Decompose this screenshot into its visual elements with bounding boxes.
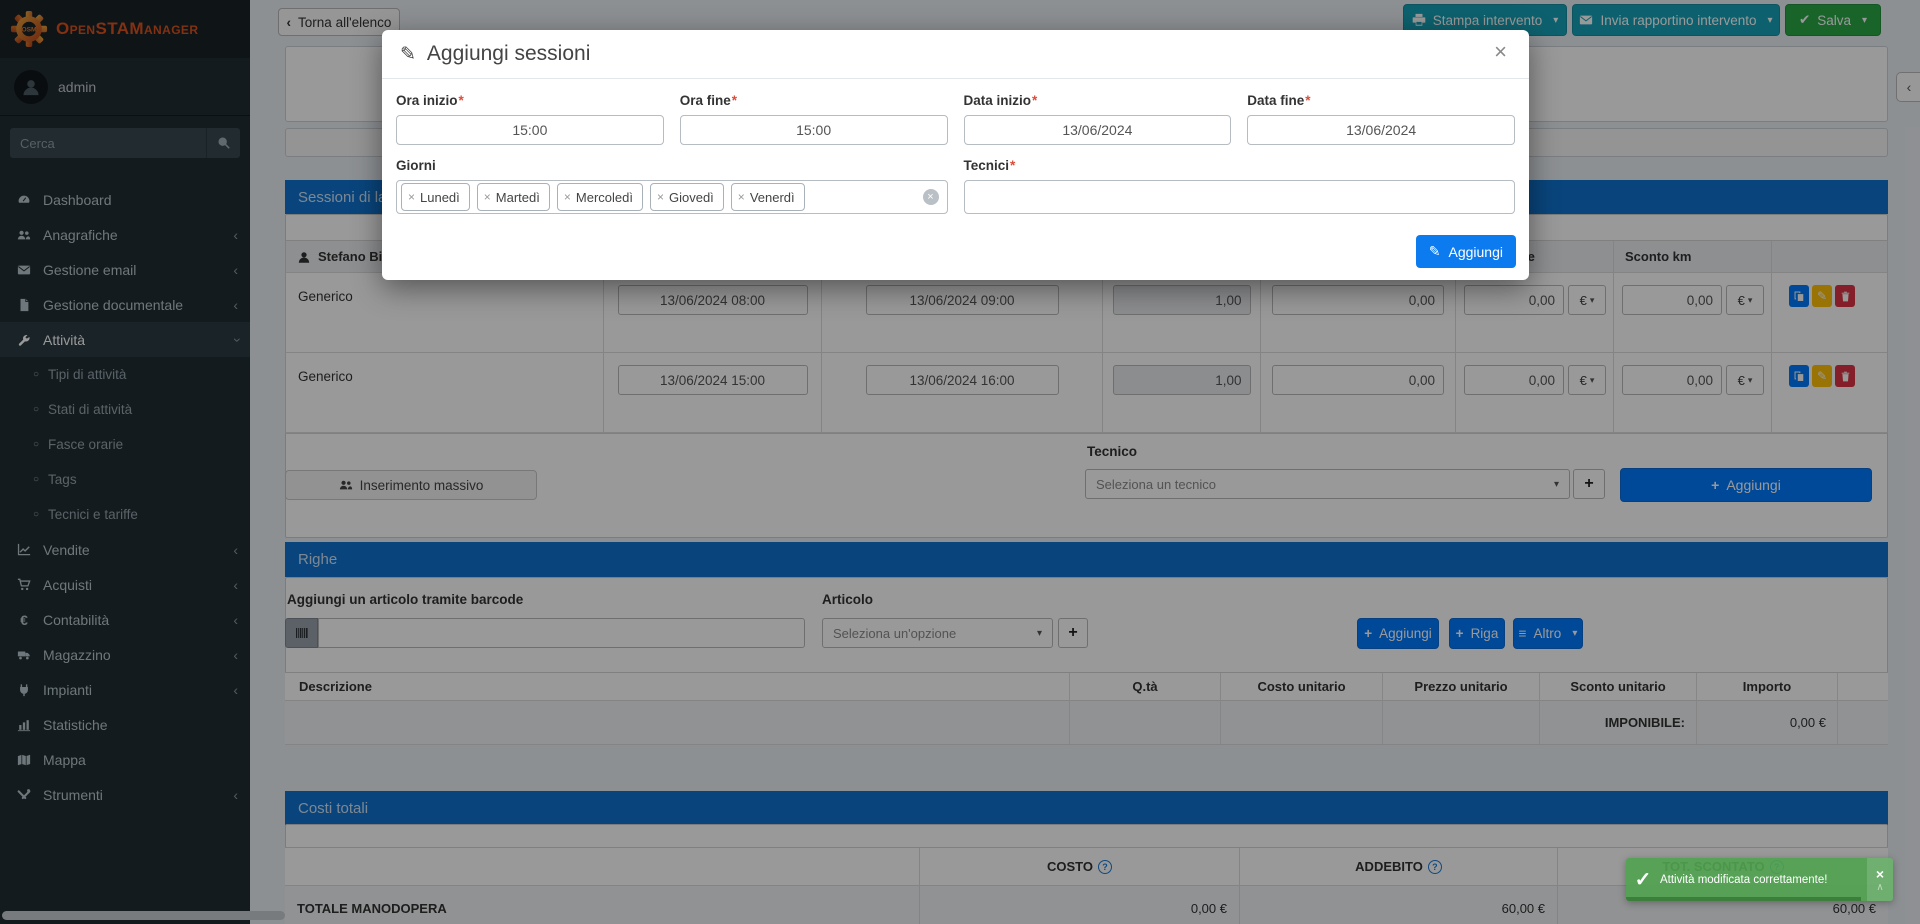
ora-fine-label: Ora fine*: [680, 93, 948, 108]
remove-tag-icon[interactable]: ×: [657, 190, 664, 204]
ora-inizio-input[interactable]: [396, 115, 664, 145]
modal-title: Aggiungi sessioni: [427, 42, 590, 66]
giorni-tag: ×Venerdì: [731, 183, 805, 211]
required-asterisk: *: [1032, 93, 1037, 108]
tecnici-label: Tecnici*: [964, 158, 1516, 173]
giorni-multiselect[interactable]: ×Lunedì ×Martedì ×Mercoledì ×Giovedì ×Ve…: [396, 180, 948, 214]
modal-body: Ora inizio* Ora fine* Data inizio* Data …: [382, 79, 1529, 214]
modal-close-button[interactable]: ×: [1488, 40, 1513, 64]
modal-submit-button[interactable]: ✎ Aggiungi: [1416, 235, 1516, 268]
tecnici-multiselect[interactable]: [964, 180, 1516, 214]
screen: OSM OpenSTAManager admin Dashboard Anagr…: [0, 0, 1920, 924]
required-asterisk: *: [732, 93, 737, 108]
giorni-tag: ×Martedì: [477, 183, 550, 211]
giorni-label: Giorni: [396, 158, 948, 173]
remove-tag-icon[interactable]: ×: [408, 190, 415, 204]
data-inizio-label: Data inizio*: [964, 93, 1232, 108]
modal-submit-label: Aggiungi: [1449, 244, 1504, 260]
clear-all-icon[interactable]: ×: [923, 189, 939, 205]
required-asterisk: *: [1010, 158, 1015, 173]
giorni-tag: ×Giovedì: [650, 183, 724, 211]
close-icon: ×: [1494, 39, 1507, 64]
ora-fine-input[interactable]: [680, 115, 948, 145]
close-icon: ×: [1876, 867, 1884, 881]
required-asterisk: *: [1305, 93, 1310, 108]
remove-tag-icon[interactable]: ×: [564, 190, 571, 204]
giorni-tag: ×Mercoledì: [557, 183, 643, 211]
ora-inizio-label: Ora inizio*: [396, 93, 664, 108]
modal-header: ✎ Aggiungi sessioni: [382, 30, 1529, 79]
data-fine-label: Data fine*: [1247, 93, 1515, 108]
toast-progress-bar: [1626, 897, 1861, 901]
remove-tag-icon[interactable]: ×: [738, 190, 745, 204]
data-fine-input[interactable]: [1247, 115, 1515, 145]
pencil-icon: ✎: [400, 43, 416, 66]
giorni-tag: ×Lunedì: [401, 183, 470, 211]
data-inizio-input[interactable]: [964, 115, 1232, 145]
remove-tag-icon[interactable]: ×: [484, 190, 491, 204]
chevron-up-icon: ∧: [1876, 883, 1883, 893]
check-icon: ✓: [1626, 858, 1660, 901]
edit-icon: ✎: [1429, 243, 1441, 260]
required-asterisk: *: [459, 93, 464, 108]
success-toast: ✓ Attività modificata correttamente! × ∧: [1626, 858, 1893, 901]
toast-close-button[interactable]: × ∧: [1867, 858, 1893, 901]
toast-message: Attività modificata correttamente!: [1660, 858, 1867, 901]
add-sessions-modal: ✎ Aggiungi sessioni × Ora inizio* Ora fi…: [382, 30, 1529, 280]
